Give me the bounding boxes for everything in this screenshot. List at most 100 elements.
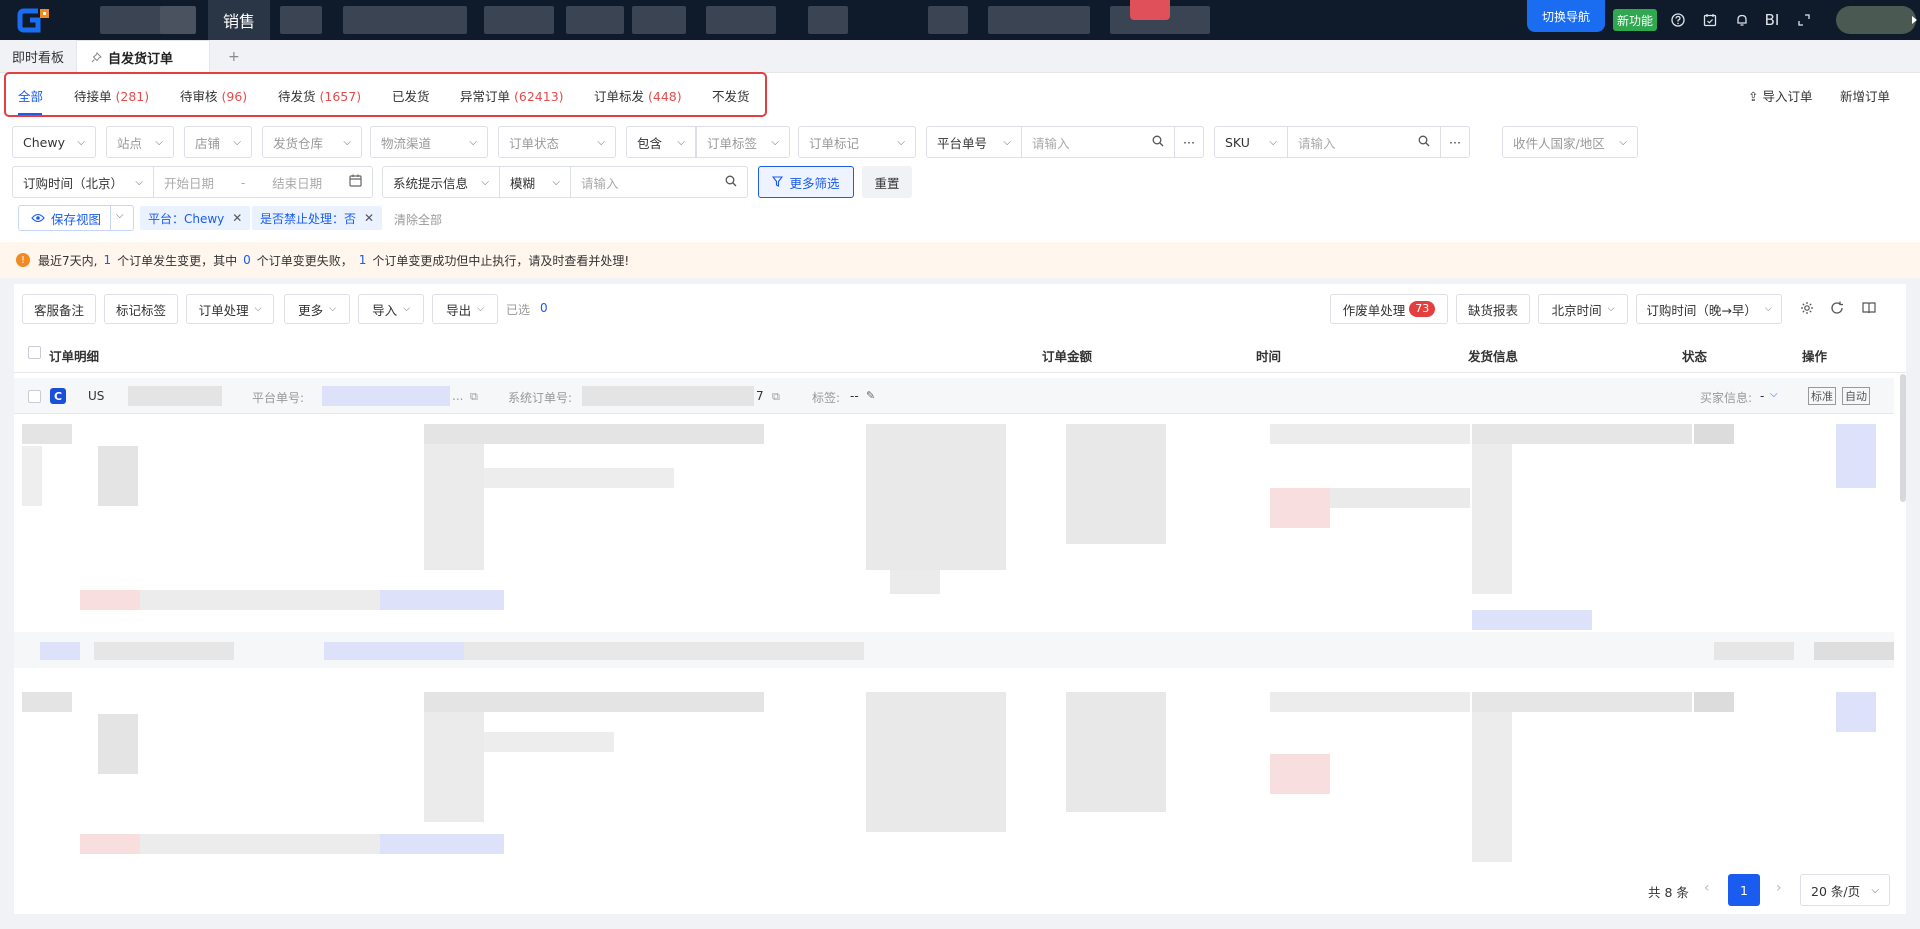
- platform-no-more-button[interactable]: ···: [1174, 126, 1204, 158]
- copy-icon[interactable]: ⧉: [772, 390, 780, 404]
- void-process-button[interactable]: 作废单处理 73: [1330, 294, 1448, 324]
- import-order-button[interactable]: ⇪ 导入订单: [1748, 86, 1813, 105]
- col-status[interactable]: 状态: [1682, 346, 1707, 365]
- notice-count[interactable]: 0: [243, 253, 251, 267]
- nav-item-blurred[interactable]: [632, 6, 686, 34]
- col-order-amount[interactable]: 订单金额: [1042, 346, 1092, 365]
- chevron-left-icon[interactable]: ‹: [1704, 880, 1710, 896]
- order-tag-select[interactable]: 订单标签 ⌵: [696, 126, 790, 158]
- contains-select[interactable]: 包含 ⌵: [626, 126, 696, 158]
- notice-count[interactable]: 1: [359, 253, 367, 267]
- page-tab-dashboard[interactable]: 即时看板: [12, 40, 64, 73]
- copy-icon[interactable]: ⧉: [470, 390, 478, 404]
- warehouse-select[interactable]: 发货仓库 ⌵: [262, 126, 362, 158]
- search-icon[interactable]: [1418, 135, 1430, 150]
- col-ship-info[interactable]: 发货信息: [1468, 346, 1518, 365]
- user-avatar[interactable]: [1836, 6, 1916, 34]
- chevron-down-icon[interactable]: ⌵: [1770, 389, 1778, 400]
- new-feature-button[interactable]: 新功能: [1613, 9, 1657, 31]
- sku-input[interactable]: 请输入: [1287, 126, 1441, 158]
- match-mode-select[interactable]: 模糊 ⌵: [499, 166, 571, 198]
- order-row-blurred-1[interactable]: [18, 424, 1894, 630]
- import-dropdown[interactable]: 导入 ⌵: [358, 294, 424, 324]
- col-order-detail[interactable]: 订单明细: [49, 346, 99, 365]
- export-dropdown[interactable]: 导出 ⌵: [432, 294, 498, 324]
- switch-nav-button[interactable]: 切换导航: [1527, 0, 1605, 32]
- time-type-select[interactable]: 订购时间（北京） ⌵: [12, 166, 154, 198]
- refresh-icon[interactable]: [1830, 301, 1844, 318]
- platform-no-input[interactable]: 请输入: [1021, 126, 1175, 158]
- blurred-cell: [1814, 642, 1894, 660]
- nav-item-blurred[interactable]: [706, 6, 776, 34]
- order-status-select[interactable]: 订单状态 ⌵: [498, 126, 616, 158]
- eye-icon: [31, 211, 45, 226]
- nav-item-blurred[interactable]: [808, 6, 848, 34]
- reset-button[interactable]: 重置: [862, 166, 912, 198]
- close-icon[interactable]: ✕: [232, 211, 242, 225]
- nav-item-blurred[interactable]: [160, 6, 196, 34]
- sys-info-select[interactable]: 系统提示信息 ⌵: [382, 166, 500, 198]
- close-icon[interactable]: ✕: [364, 211, 374, 225]
- chevron-down-icon[interactable]: ⌵: [116, 210, 124, 221]
- nav-item-sales[interactable]: 销售: [208, 0, 270, 40]
- platform-no-type-select[interactable]: 平台单号 ⌵: [926, 126, 1022, 158]
- sys-info-input[interactable]: 请输入: [570, 166, 748, 198]
- recipient-country-select[interactable]: 收件人国家/地区 ⌵: [1502, 126, 1638, 158]
- more-filter-button[interactable]: 更多筛选: [758, 166, 854, 198]
- service-note-button[interactable]: 客服备注: [22, 294, 96, 324]
- nav-item-blurred[interactable]: [988, 6, 1090, 34]
- fullscreen-icon[interactable]: [1794, 10, 1814, 30]
- nav-item-blurred[interactable]: [280, 6, 322, 34]
- add-tab-button[interactable]: +: [228, 40, 240, 73]
- platform-no-placeholder: 请输入: [1032, 135, 1070, 151]
- nav-item-blurred[interactable]: [343, 6, 467, 34]
- sku-more-button[interactable]: ···: [1440, 126, 1470, 158]
- edit-icon[interactable]: ✎: [866, 389, 875, 402]
- date-range-picker[interactable]: 开始日期 - 结束日期: [153, 166, 373, 198]
- chevron-down-icon: ⌵: [1871, 884, 1879, 896]
- select-all-checkbox[interactable]: [28, 346, 41, 359]
- mark-tag-button[interactable]: 标记标签: [104, 294, 178, 324]
- blurred-platform-no[interactable]: [322, 386, 450, 406]
- order-process-dropdown[interactable]: 订单处理 ⌵: [186, 294, 274, 324]
- page-button-current[interactable]: 1: [1728, 874, 1760, 906]
- new-order-button[interactable]: 新增订单: [1840, 86, 1890, 105]
- site-select[interactable]: 站点 ⌵: [106, 126, 174, 158]
- nav-item-blurred[interactable]: [928, 6, 968, 34]
- nav-item-blurred[interactable]: [566, 6, 624, 34]
- filter-tag-platform[interactable]: 平台：Chewy ✕: [140, 206, 251, 230]
- app-logo[interactable]: [16, 6, 62, 34]
- notice-count[interactable]: 1: [103, 253, 111, 267]
- page-tab-self-ship-orders[interactable]: 自发货订单: [76, 40, 210, 73]
- calendar-check-icon[interactable]: [1700, 10, 1720, 30]
- page-size-select[interactable]: 20 条/页 ⌵: [1800, 874, 1890, 906]
- search-icon[interactable]: [725, 175, 737, 190]
- blurred-sys-no[interactable]: [582, 386, 754, 406]
- import-order-label: 导入订单: [1762, 89, 1813, 104]
- book-icon[interactable]: [1862, 301, 1876, 318]
- platform-no-ellipsis: ...: [452, 389, 464, 403]
- filter-tag-forbid[interactable]: 是否禁止处理：否 ✕: [252, 206, 383, 230]
- clear-all-button[interactable]: 清除全部: [394, 211, 442, 228]
- search-icon[interactable]: [1152, 135, 1164, 150]
- logistics-select[interactable]: 物流渠道 ⌵: [370, 126, 488, 158]
- sku-type-select[interactable]: SKU ⌵: [1214, 126, 1288, 158]
- order-row-blurred-2[interactable]: [18, 692, 1894, 868]
- bi-icon[interactable]: BI: [1762, 10, 1782, 30]
- gear-icon[interactable]: [1800, 301, 1814, 318]
- store-select[interactable]: 店铺 ⌵: [184, 126, 252, 158]
- sort-select[interactable]: 订购时间（晚→早） ⌵: [1636, 294, 1782, 324]
- help-icon[interactable]: [1668, 10, 1688, 30]
- col-time[interactable]: 时间: [1256, 346, 1281, 365]
- chevron-right-icon[interactable]: ›: [1776, 880, 1782, 896]
- order-mark-select[interactable]: 订单标记 ⌵: [798, 126, 916, 158]
- row-checkbox[interactable]: [28, 390, 41, 403]
- timezone-select[interactable]: 北京时间 ⌵: [1538, 294, 1628, 324]
- bell-icon[interactable]: [1732, 10, 1752, 30]
- platform-select[interactable]: Chewy ⌵: [12, 126, 96, 158]
- more-dropdown[interactable]: 更多 ⌵: [284, 294, 350, 324]
- vertical-scrollbar[interactable]: [1900, 374, 1906, 502]
- stock-report-button[interactable]: 缺货报表: [1456, 294, 1530, 324]
- nav-item-blurred[interactable]: [484, 6, 554, 34]
- pin-icon[interactable]: [91, 51, 102, 63]
